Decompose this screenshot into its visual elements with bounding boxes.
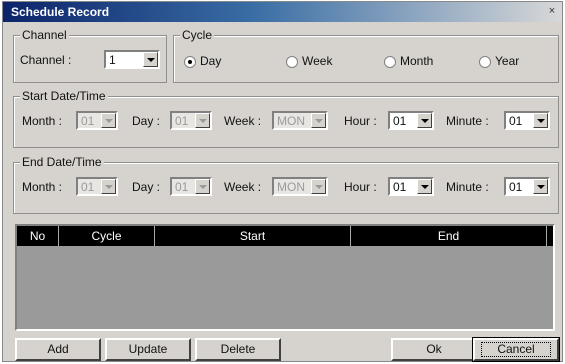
radio-icon[interactable] — [384, 56, 396, 68]
start-hour-value: 01 — [393, 114, 407, 128]
cycle-legend: Cycle — [180, 28, 215, 42]
end-month-value: 01 — [81, 180, 95, 194]
end-legend: End Date/Time — [20, 155, 104, 169]
start-week-value: MON — [277, 114, 305, 128]
end-week-select[interactable]: MON — [272, 177, 328, 196]
chevron-down-icon[interactable] — [311, 113, 326, 128]
start-month-label: Month : — [22, 114, 63, 128]
channel-label: Channel : — [20, 53, 72, 67]
close-icon[interactable]: × — [546, 4, 558, 18]
chevron-down-icon[interactable] — [417, 179, 432, 194]
end-minute-select[interactable]: 01 — [504, 177, 550, 196]
radio-icon[interactable] — [286, 56, 298, 68]
chevron-down-icon[interactable] — [195, 179, 210, 194]
add-button[interactable]: Add — [15, 338, 101, 361]
start-minute-value: 01 — [509, 114, 523, 128]
start-week-select[interactable]: MON — [272, 111, 328, 130]
cancel-button-label: Cancel — [481, 342, 551, 357]
end-day-select[interactable]: 01 — [170, 177, 212, 196]
channel-value: 1 — [109, 53, 116, 67]
title-bar[interactable]: Schedule Record × — [3, 2, 562, 22]
end-week-label: Week : — [224, 180, 262, 194]
end-hour-select[interactable]: 01 — [388, 177, 434, 196]
channel-group: Channel Channel : 1 — [13, 28, 167, 83]
schedule-record-dialog: Schedule Record × Channel Channel : 1 Cy… — [2, 1, 563, 362]
column-header-no[interactable]: No — [17, 226, 59, 246]
end-day-value: 01 — [175, 180, 189, 194]
chevron-down-icon[interactable] — [533, 113, 548, 128]
start-legend: Start Date/Time — [20, 89, 108, 103]
end-minute-label: Minute : — [446, 180, 489, 194]
cycle-option-label: Month — [400, 54, 434, 68]
start-day-value: 01 — [175, 114, 189, 128]
table-header: No Cycle Start End — [17, 226, 553, 246]
radio-icon[interactable] — [184, 56, 196, 68]
ok-button[interactable]: Ok — [391, 338, 477, 361]
chevron-down-icon[interactable] — [101, 179, 116, 194]
chevron-down-icon[interactable] — [143, 52, 158, 67]
chevron-down-icon[interactable] — [101, 113, 116, 128]
end-day-label: Day : — [132, 180, 161, 194]
update-button[interactable]: Update — [105, 338, 191, 361]
cycle-option-label: Day — [200, 54, 222, 68]
start-month-value: 01 — [81, 114, 95, 128]
cycle-group: Cycle Day Week Month Year — [173, 28, 559, 83]
end-minute-value: 01 — [509, 180, 523, 194]
cancel-button[interactable]: Cancel — [472, 337, 560, 362]
chevron-down-icon[interactable] — [195, 113, 210, 128]
start-day-select[interactable]: 01 — [170, 111, 212, 130]
radio-icon[interactable] — [479, 56, 491, 68]
start-week-label: Week : — [224, 114, 262, 128]
cycle-option-label: Week — [302, 54, 333, 68]
end-hour-label: Hour : — [344, 180, 377, 194]
chevron-down-icon[interactable] — [311, 179, 326, 194]
end-month-label: Month : — [22, 180, 63, 194]
end-week-value: MON — [277, 180, 305, 194]
start-day-label: Day : — [132, 114, 161, 128]
cycle-option-label: Year — [495, 54, 520, 68]
start-minute-select[interactable]: 01 — [504, 111, 550, 130]
chevron-down-icon[interactable] — [533, 179, 548, 194]
start-minute-label: Minute : — [446, 114, 489, 128]
end-month-select[interactable]: 01 — [76, 177, 118, 196]
start-hour-label: Hour : — [344, 114, 377, 128]
delete-button[interactable]: Delete — [195, 338, 281, 361]
column-header-end[interactable]: End — [351, 226, 547, 246]
column-header-start[interactable]: Start — [155, 226, 351, 246]
start-hour-select[interactable]: 01 — [388, 111, 434, 130]
column-header-cycle[interactable]: Cycle — [59, 226, 155, 246]
start-datetime-group: Start Date/Time Month : 01 Day : 01 Week… — [13, 89, 559, 148]
end-hour-value: 01 — [393, 180, 407, 194]
start-month-select[interactable]: 01 — [76, 111, 118, 130]
schedule-table[interactable]: No Cycle Start End — [15, 224, 555, 331]
channel-legend: Channel — [20, 28, 69, 42]
dialog-title: Schedule Record — [11, 5, 110, 19]
chevron-down-icon[interactable] — [417, 113, 432, 128]
end-datetime-group: End Date/Time Month : 01 Day : 01 Week :… — [13, 155, 559, 214]
channel-select[interactable]: 1 — [104, 50, 160, 69]
